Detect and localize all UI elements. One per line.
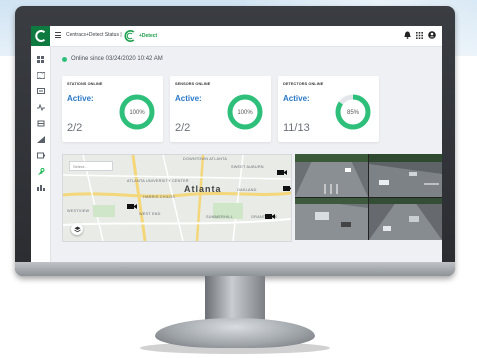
monitor-icon[interactable] [36, 88, 45, 95]
ring-percent-text: 100% [237, 110, 253, 116]
map-label: WESTVIEW [67, 209, 90, 213]
card-count: 2/2 [67, 122, 83, 134]
page-title: Centracs+Detect Status | [66, 32, 122, 38]
ring-percent-text: 100% [129, 110, 145, 116]
brand-name: +Detect [139, 32, 158, 39]
online-status-text: Online since 03/24/2020 10:42 AM [71, 56, 163, 62]
camera-feed-3[interactable] [295, 198, 368, 240]
detectors-progress-ring: 85% [335, 94, 371, 130]
map-label: ATLANTA UNIVERSITY CENTER [127, 179, 189, 183]
card-active-label: Active: [67, 94, 94, 103]
monitor-chin [15, 262, 455, 276]
device-icon[interactable] [36, 152, 45, 159]
map-label: WEST END [139, 212, 161, 216]
map-label: DOWNTOWN ATLANTA [183, 157, 228, 161]
logo-c-icon [34, 30, 45, 42]
card-count: 11/13 [283, 122, 310, 134]
online-dot-icon [62, 56, 67, 62]
detectors-online-card[interactable]: DETECTORS ONLINE Active: 11/13 85% [278, 76, 379, 142]
map-label: OAKLAND [237, 188, 257, 192]
camera-marker-icon[interactable] [283, 185, 292, 192]
sensors-progress-ring: 100% [227, 94, 263, 130]
sensors-online-card[interactable]: SENSORS ONLINE Active: 2/2 100% [170, 76, 271, 142]
map-icon[interactable] [36, 71, 45, 80]
detector-icon[interactable] [36, 168, 45, 175]
card-label: STATIONS ONLINE [67, 82, 103, 86]
ring-percent-text: 85% [347, 110, 360, 116]
monitor-stand-neck [205, 276, 265, 322]
header-actions [404, 31, 436, 42]
card-label: DETECTORS ONLINE [283, 82, 324, 86]
dashboard-icon[interactable] [36, 56, 45, 63]
sidebar [31, 26, 51, 262]
top-header: Centracs+Detect Status | +Detect [50, 26, 442, 47]
map-select-dropdown[interactable]: Select... [69, 161, 113, 171]
card-active-label: Active: [175, 94, 202, 103]
map-city-label: Atlanta [184, 184, 222, 194]
stations-online-card[interactable]: STATIONS ONLINE Active: 2/2 100% [62, 76, 163, 142]
brand-logo-icon [124, 30, 135, 42]
card-active-label: Active: [283, 94, 310, 103]
online-status: Online since 03/24/2020 10:42 AM [62, 56, 163, 62]
stations-progress-ring: 100% [119, 94, 155, 130]
signal-icon[interactable] [36, 103, 45, 112]
hamburger-menu-icon[interactable] [55, 32, 61, 38]
notification-bell-icon[interactable] [404, 31, 411, 42]
camera-marker-icon[interactable] [127, 203, 137, 210]
map-layers-button[interactable] [71, 223, 83, 235]
app-logo[interactable] [31, 26, 50, 46]
card-count: 2/2 [175, 122, 191, 134]
report-icon[interactable] [36, 184, 45, 191]
map-label: SWEET AUBURN [231, 165, 264, 169]
map-label: SUMMERHILL [206, 215, 233, 219]
camera-marker-icon[interactable] [265, 213, 275, 220]
card-label: SENSORS ONLINE [175, 82, 211, 86]
camera-feed-4[interactable] [369, 198, 442, 240]
user-account-icon[interactable] [428, 31, 436, 42]
intersection-icon[interactable] [36, 120, 45, 127]
chart-icon[interactable] [36, 136, 45, 143]
monitor-stand-base [155, 318, 315, 348]
apps-grid-icon[interactable] [416, 31, 423, 42]
camera-feed-1[interactable] [295, 154, 368, 197]
camera-marker-icon[interactable] [277, 169, 287, 176]
camera-feed-2[interactable] [369, 154, 442, 197]
map-label: HARRIS CHILDS [143, 195, 175, 199]
camera-feed-panel[interactable] [295, 154, 442, 240]
layers-icon [73, 226, 81, 232]
map-panel[interactable]: Select... DOWNTOWN ATLANTA SWEET AUBURN … [62, 154, 292, 242]
app-screen: Centracs+Detect Status | +Detect Online … [31, 26, 442, 262]
